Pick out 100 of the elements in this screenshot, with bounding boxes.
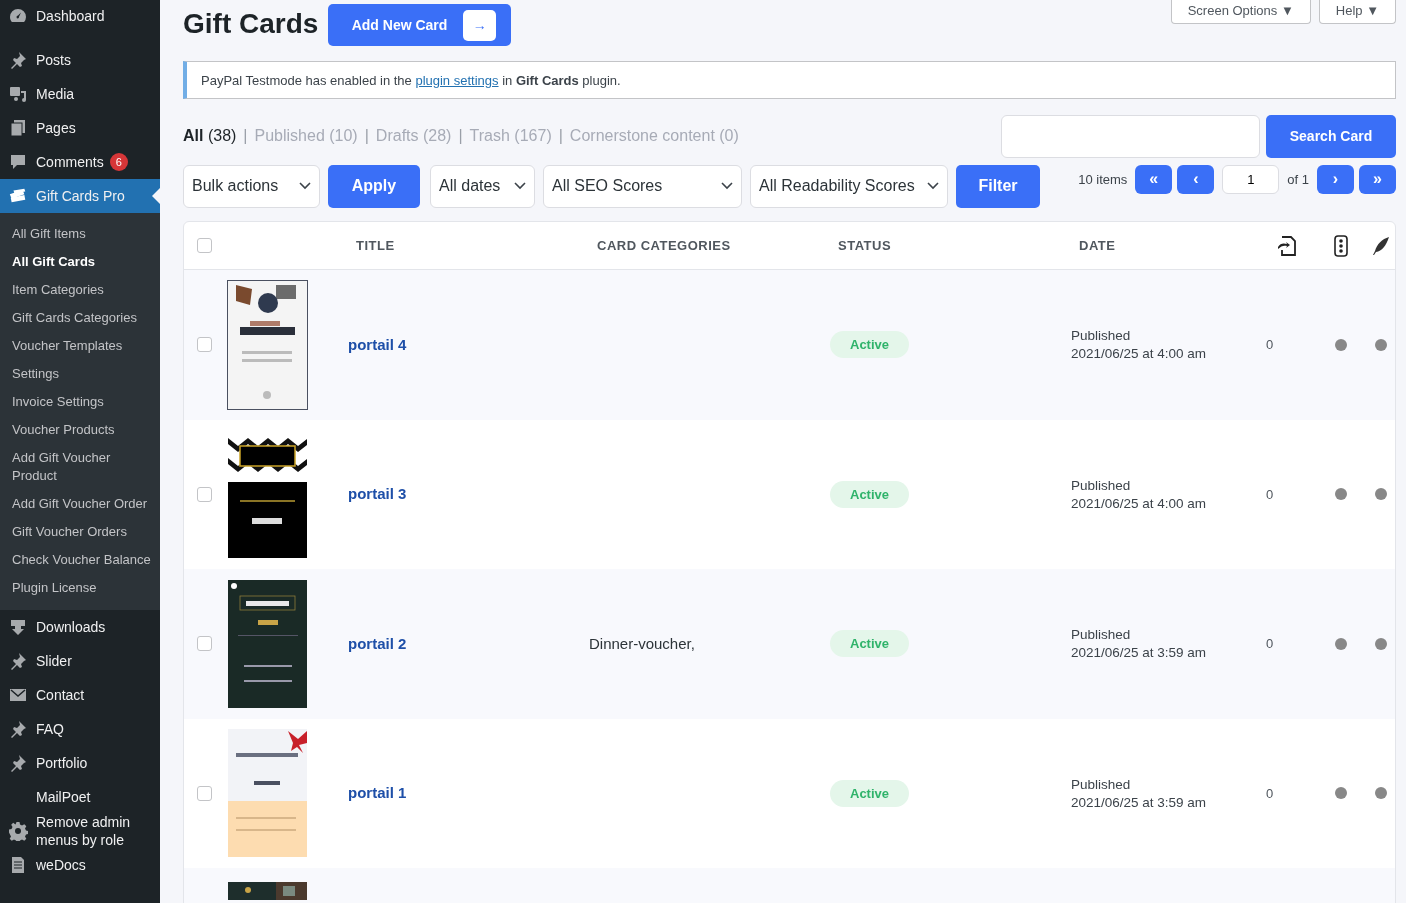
filter-button[interactable]: Filter — [956, 164, 1040, 208]
column-header[interactable]: STATUS — [830, 238, 1071, 253]
select-all-checkbox[interactable] — [196, 238, 212, 253]
sidebar-item[interactable]: Contact — [0, 678, 160, 712]
menu-label: Remove admin menus by role — [36, 813, 132, 849]
submenu-item[interactable]: Invoice Settings — [0, 388, 160, 416]
submenu-item[interactable]: Plugin License — [0, 574, 160, 602]
sidebar-item[interactable]: Posts — [0, 43, 160, 77]
menu-label: weDocs — [36, 856, 86, 874]
seo-score-dot-icon — [1335, 637, 1347, 650]
dates-select[interactable]: All dates — [430, 164, 535, 208]
screen-tab-button[interactable]: Help ▼ — [1318, 0, 1396, 24]
submenu-item[interactable]: Check Voucher Balance — [0, 546, 160, 574]
page-number-field[interactable]: 1 — [1222, 164, 1280, 194]
row-checkbox[interactable] — [196, 636, 212, 652]
readability-dot-icon — [1374, 787, 1387, 800]
separator: | — [243, 127, 248, 145]
column-header[interactable]: TITLE — [348, 238, 589, 253]
card-title-link[interactable]: portail 4 — [348, 335, 407, 353]
date-status: Published — [1071, 627, 1132, 643]
sidebar-item[interactable]: Pages — [0, 111, 160, 145]
search-field[interactable] — [1001, 114, 1260, 158]
menu-label: Downloads — [36, 618, 106, 636]
date-time: 2021/06/25 at 4:00 am — [1071, 495, 1208, 511]
date-time: 2021/06/25 at 4:00 am — [1071, 346, 1208, 362]
sidebar-item[interactable]: MailPoet — [0, 780, 160, 814]
sidebar-item[interactable]: Portfolio — [0, 746, 160, 780]
submenu-item[interactable]: Item Categories — [0, 276, 160, 304]
previous-page-button[interactable]: ‹ — [1177, 164, 1215, 194]
gear-icon — [8, 821, 28, 841]
status-pill: Active — [830, 331, 910, 359]
sidebar-item[interactable]: Dashboard — [0, 0, 160, 33]
sidebar-item[interactable]: Comments 6 — [0, 145, 160, 179]
readability-dot-icon — [1374, 637, 1387, 650]
seo-scores-select[interactable]: All SEO Scores — [543, 164, 742, 208]
apply-button[interactable]: Apply — [328, 164, 420, 208]
next-page-button[interactable]: › — [1317, 164, 1354, 194]
media-icon — [8, 84, 28, 104]
seo-score-dot-icon — [1335, 488, 1347, 501]
separator: | — [458, 127, 463, 145]
submenu-item[interactable]: Settings — [0, 360, 160, 388]
screen-tab-button[interactable]: Screen Options ▼ — [1170, 0, 1311, 24]
sidebar-item[interactable]: weDocs — [0, 848, 160, 882]
menu-label: MailPoet — [36, 788, 91, 806]
chevron-icon — [299, 182, 311, 190]
row-checkbox[interactable] — [196, 486, 212, 502]
column-header[interactable]: DATE — [1071, 238, 1256, 253]
date-time: 2021/06/25 at 3:59 am — [1071, 794, 1208, 810]
sidebar-item[interactable]: Gift Cards Pro — [0, 179, 160, 213]
column-header[interactable]: CARD CATEGORIES — [589, 238, 830, 253]
submenu-item[interactable]: Voucher Products — [0, 416, 160, 444]
feather-icon — [1371, 235, 1390, 256]
menu-label: Gift Cards Pro — [36, 187, 125, 205]
menu-label: Comments — [36, 153, 104, 171]
submenu-item[interactable]: All Gift Items — [0, 220, 160, 248]
readability-select[interactable]: All Readability Scores — [750, 164, 948, 208]
pages-icon — [8, 118, 28, 138]
menu-label: Slider — [36, 652, 72, 670]
menu-label: Contact — [36, 686, 85, 704]
page-total: of 1 — [1287, 171, 1309, 187]
view-filter-link[interactable]: All (38) — [183, 127, 237, 145]
submenu-item[interactable]: Voucher Templates — [0, 332, 160, 360]
last-page-button[interactable]: » — [1359, 164, 1396, 194]
seo-score-dot-icon — [1335, 787, 1347, 800]
sidebar-item[interactable]: FAQ — [0, 712, 160, 746]
readability-dot-icon — [1374, 488, 1387, 501]
sidebar-item[interactable]: Slider — [0, 644, 160, 678]
chevron-icon — [514, 182, 526, 190]
readability-dot-icon — [1374, 338, 1387, 351]
plugin-settings-link[interactable]: plugin settings — [415, 72, 499, 88]
submenu-item[interactable]: Gift Cards Categories — [0, 304, 160, 332]
separator: | — [364, 127, 369, 145]
menu-label: Posts — [36, 51, 71, 69]
sidebar-item[interactable]: Media — [0, 77, 160, 111]
sidebar-item[interactable]: Downloads — [0, 610, 160, 644]
comment-icon — [8, 152, 28, 172]
bulk-actions-select[interactable]: Bulk actions — [183, 164, 320, 208]
link-count: 0 — [1266, 486, 1274, 502]
menu-label: Pages — [36, 119, 76, 137]
submenu-item[interactable]: Gift Voucher Orders — [0, 518, 160, 546]
sidebar-item[interactable]: Remove admin menus by role — [0, 814, 160, 848]
row-checkbox[interactable] — [196, 785, 212, 801]
search-card-button[interactable]: Search Card — [1266, 114, 1396, 158]
notice-text: PayPal Testmode has enabled in the plugin settings in Gift Cards plugin. — [201, 72, 621, 88]
date-status: Published — [1071, 477, 1132, 493]
card-title-link[interactable]: portail 1 — [348, 784, 407, 802]
submenu-item[interactable]: Add Gift Voucher Order — [0, 490, 160, 518]
link-count: 0 — [1266, 337, 1274, 353]
submenu-item[interactable]: Add Gift Voucher Product — [0, 444, 160, 490]
download-icon — [8, 617, 28, 637]
page-title: Gift Cards — [183, 7, 319, 41]
first-page-button[interactable]: « — [1135, 164, 1173, 194]
row-checkbox[interactable] — [196, 337, 212, 353]
menu-label: Portfolio — [36, 754, 88, 772]
submenu-item[interactable]: All Gift Cards — [0, 248, 160, 276]
add-new-card-button[interactable]: Add New Card → — [328, 4, 512, 46]
card-title-link[interactable]: portail 3 — [348, 485, 407, 503]
card-title-link[interactable]: portail 2 — [348, 634, 407, 652]
document-arrow-icon — [1276, 234, 1298, 257]
menu-label: FAQ — [36, 720, 64, 738]
